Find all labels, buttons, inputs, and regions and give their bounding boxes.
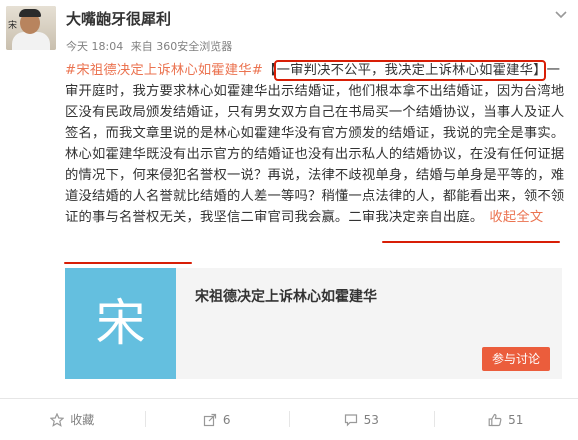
weibo-post: 宋 大嘴龅牙很犀利 今天 18:04 来自 360安全浏览器 #宋祖德决定上诉林…: [0, 0, 578, 440]
username[interactable]: 大嘴龅牙很犀利: [66, 8, 171, 29]
join-discussion-button[interactable]: 参与讨论: [482, 347, 550, 371]
action-bar: 收藏 6 53 51: [0, 399, 578, 440]
post-source: 来自 360安全浏览器: [130, 40, 233, 53]
thumbs-up-icon: [488, 413, 502, 426]
topic-title[interactable]: 宋祖德决定上诉林心如霍建华: [195, 286, 377, 306]
topic-thumbnail: 宋: [65, 268, 176, 379]
highlight-underline: [382, 241, 560, 243]
avatar[interactable]: 宋: [6, 6, 56, 50]
share-button[interactable]: 6: [144, 399, 290, 440]
hashtag-link[interactable]: #宋祖德决定上诉林心如霍建华#: [65, 63, 263, 78]
highlight-underline: [64, 262, 192, 264]
post-tail: 我坚信二审官司我会赢。二审我决定亲自出庭。: [199, 210, 484, 225]
post-paragraph: 一审开庭时，我方要求林心如霍建华出示结婚证，他们根本拿不出结婚证，因为台湾地区没…: [65, 63, 565, 225]
chevron-down-icon[interactable]: [554, 10, 568, 20]
like-button[interactable]: 51: [433, 399, 578, 440]
post-content: #宋祖德决定上诉林心如霍建华#【一审判决不公平，我决定上诉林心如霍建华】一审开庭…: [65, 60, 565, 228]
share-icon: [203, 413, 217, 426]
comment-button[interactable]: 53: [289, 399, 434, 440]
star-icon: [50, 412, 65, 427]
comment-icon: [344, 413, 357, 426]
post-time[interactable]: 今天 18:04: [66, 40, 123, 53]
collapse-link[interactable]: 收起全文: [489, 210, 543, 225]
post-meta: 今天 18:04 来自 360安全浏览器: [66, 38, 236, 54]
topic-card[interactable]: 宋 宋祖德决定上诉林心如霍建华 参与讨论: [65, 268, 562, 379]
favorite-button[interactable]: 收藏: [0, 399, 145, 440]
avatar-tag: 宋: [8, 21, 18, 31]
highlight-box: [274, 60, 546, 81]
